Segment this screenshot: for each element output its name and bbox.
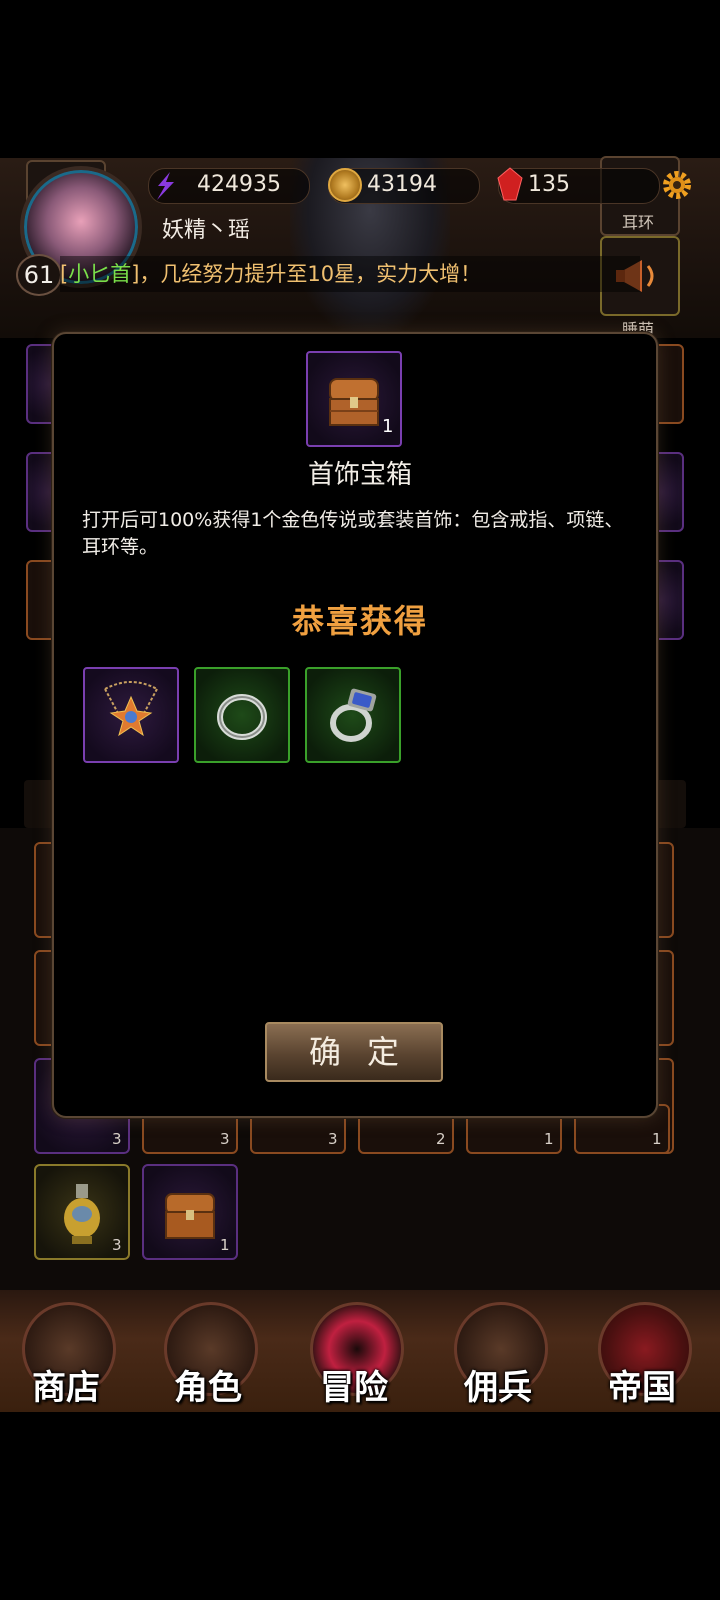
inventory-count: 3 — [328, 1130, 338, 1148]
nav-mercenary[interactable]: 佣兵 — [450, 1302, 548, 1408]
nav-shop-label: 商店 — [32, 1368, 100, 1408]
item-description: 打开后可100%获得1个金色传说或套装首饰：包含戒指、项链、耳环等。 — [82, 509, 624, 558]
news-highlight: 小匕首 — [68, 262, 132, 286]
inventory-count: 3 — [220, 1130, 230, 1148]
inventory-count: 1 — [544, 1130, 554, 1148]
necklace-icon — [104, 681, 158, 737]
energy-icon — [157, 172, 174, 200]
earring-label: 耳环 — [622, 213, 655, 232]
inventory-count: 1 — [220, 1236, 230, 1254]
nav-mercenary-label: 佣兵 — [464, 1368, 532, 1408]
nav-shop[interactable]: 商店 — [18, 1302, 116, 1408]
energy-value: 424935 — [197, 172, 281, 197]
gem-value: 135 — [528, 172, 570, 197]
reward-ring[interactable] — [194, 667, 290, 763]
settings-gear-icon[interactable] — [660, 168, 694, 202]
gem-ring-icon — [330, 688, 377, 742]
item-title: 首饰宝箱 — [307, 460, 412, 490]
news-ticker: [小匕首]，几经努力提升至10星，实力大增！ — [60, 256, 640, 292]
inventory-count: 1 — [652, 1130, 662, 1148]
gold-coin-icon — [328, 168, 362, 202]
player-name: 妖精丶瑶 — [162, 218, 251, 243]
nav-character-label: 角色 — [174, 1368, 242, 1408]
gold-value: 43194 — [367, 172, 437, 197]
player-level: 61 — [16, 254, 62, 296]
inventory-count: 2 — [436, 1130, 446, 1148]
news-text: ]，几经努力提升至10星，实力大增！ — [131, 262, 482, 286]
nav-character[interactable]: 角色 — [160, 1302, 258, 1408]
nav-adventure[interactable]: 冒险 — [306, 1302, 404, 1408]
inventory-count: 3 — [112, 1236, 122, 1254]
nav-empire-label: 帝国 — [608, 1368, 676, 1408]
reward-gem-ring[interactable] — [305, 667, 401, 763]
ring-icon — [217, 694, 267, 740]
confirm-button[interactable]: 确定 — [265, 1022, 443, 1082]
reward-necklace[interactable] — [83, 667, 179, 763]
chest-count: 1 — [382, 416, 394, 437]
nav-empire[interactable]: 帝国 — [594, 1302, 692, 1408]
congrats-heading: 恭喜获得 — [291, 602, 428, 640]
news-prefix: [ — [60, 262, 69, 286]
ruby-icon — [497, 167, 523, 201]
nav-adventure-label: 冒险 — [320, 1368, 388, 1408]
inventory-count: 3 — [112, 1130, 122, 1148]
